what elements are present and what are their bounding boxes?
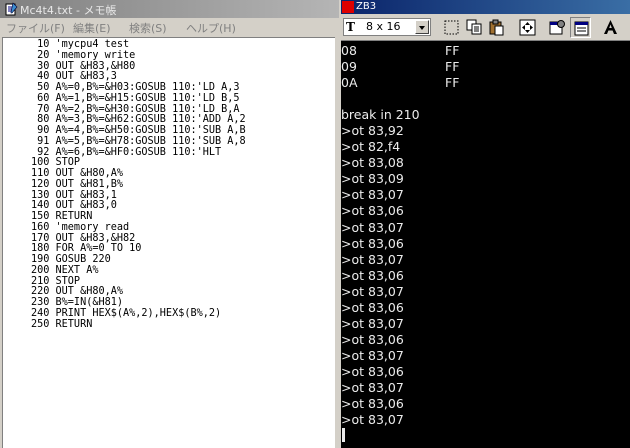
terminal-line: >ot 83,09: [341, 171, 404, 187]
terminal-screen[interactable]: 08 FF 09 FF 0A FF break in 210 >ot 83,92 >ot …: [341, 41, 630, 448]
terminal-line: >ot 83,07: [341, 379, 404, 395]
select-icon: [444, 20, 459, 35]
terminal-line: >ot 83,07: [341, 412, 404, 428]
terminal-line: >ot 83,07: [341, 219, 404, 235]
notepad-title-bar[interactable]: Mc4t4.txt - メモ帳: [0, 0, 339, 18]
code-line: 200 NEXT A%: [31, 264, 99, 276]
dump-address: 08: [341, 43, 357, 58]
font-button[interactable]: [600, 17, 621, 38]
code-line: 240 PRINT HEX$(A%,2),HEX$(B%,2): [31, 307, 222, 319]
text-cursor: [342, 428, 345, 443]
menu-bar: ファイル(F) 編集(E) 検索(S) ヘルプ(H): [0, 18, 339, 36]
truetype-icon: T: [346, 20, 355, 34]
select-button[interactable]: [441, 17, 462, 38]
notepad-window: Mc4t4.txt - メモ帳 ファイル(F) 編集(E) 検索(S) ヘルプ(…: [0, 0, 339, 448]
code-line: 160 'memory read: [31, 221, 130, 233]
menu-file[interactable]: ファイル(F): [6, 20, 65, 36]
terminal-line: >ot 83,07: [341, 251, 404, 267]
terminal-title-bar[interactable]: ZB3: [341, 0, 630, 14]
terminal-line: >ot 83,07: [341, 315, 404, 331]
dump-value: FF: [445, 75, 460, 91]
terminal-line: >ot 83,06: [341, 267, 404, 283]
dump-value: FF: [445, 59, 460, 75]
menu-search[interactable]: 検索(S): [129, 20, 167, 36]
code-line: 120 OUT &H81,B%: [31, 178, 124, 190]
background-icon: [574, 21, 589, 36]
font-size-select[interactable]: T 8 x 16: [343, 18, 431, 36]
copy-icon: [466, 19, 482, 35]
terminal-app-icon: [342, 1, 354, 13]
dump-row: 09 FF: [341, 59, 459, 75]
dump-address: 09: [341, 59, 357, 75]
terminal-title: ZB3: [356, 1, 377, 12]
notepad-icon: [4, 2, 18, 16]
menu-help[interactable]: ヘルプ(H): [186, 20, 236, 36]
dump-address: 0A: [341, 75, 358, 91]
code-line: 91 A%=5,B%=&H78:GOSUB 110:'SUB A,8: [31, 135, 246, 147]
fullscreen-icon: [519, 19, 536, 36]
properties-button[interactable]: [547, 17, 568, 38]
terminal-line: >ot 83,07: [341, 283, 404, 299]
cursor-line: [341, 428, 420, 444]
chevron-down-icon[interactable]: [415, 20, 429, 34]
code-line: 20 'memory write: [31, 49, 136, 61]
text-editor-area[interactable]: 10 'mycpu4 test 20 'memory write 30 OUT …: [2, 37, 335, 448]
terminal-line: >ot 83,06: [341, 331, 404, 347]
font-size-value: 8 x 16: [366, 20, 401, 33]
background-button[interactable]: [570, 17, 591, 38]
font-icon: [604, 20, 617, 34]
terminal-window: ZB3 T 8 x 16 08 FF 09 FF 0A FF break in …: [341, 0, 630, 448]
terminal-line: >ot 83,06: [341, 363, 404, 379]
terminal-line: >ot 83,06: [341, 203, 404, 219]
fullscreen-button[interactable]: [517, 17, 538, 38]
terminal-line: >ot 83,06: [341, 396, 404, 412]
terminal-line: break in 210: [341, 107, 420, 123]
code-lines: 10 'mycpu4 test 20 'memory write 30 OUT …: [31, 39, 246, 330]
paste-button[interactable]: [486, 17, 507, 38]
dump-value: FF: [445, 43, 460, 58]
dump-row: 08 FF: [341, 43, 459, 59]
copy-button[interactable]: [464, 17, 485, 38]
terminal-line: >ot 83,06: [341, 235, 404, 251]
terminal-toolbar: T 8 x 16: [341, 14, 630, 41]
terminal-line: >ot 83,07: [341, 187, 404, 203]
code-line: 250 RETURN: [31, 318, 93, 330]
terminal-line: >ot 83,06: [341, 299, 404, 315]
terminal-line: >ot 83,08: [341, 155, 404, 171]
code-line: 60 A%=1,B%=&H15:GOSUB 110:'LD B,5: [31, 92, 240, 104]
terminal-line: >ot 83,92: [341, 123, 404, 139]
terminal-output: 08 FF 09 FF 0A FF break in 210 >ot 83,92 >ot …: [341, 43, 459, 444]
notepad-title: Mc4t4.txt - メモ帳: [20, 4, 117, 17]
dump-row: 0A FF: [341, 75, 459, 91]
properties-icon: [549, 20, 565, 35]
paste-icon: [489, 19, 504, 36]
terminal-line: >ot 83,07: [341, 347, 404, 363]
terminal-line: >ot 82,f4: [341, 139, 401, 155]
menu-edit[interactable]: 編集(E): [73, 20, 111, 36]
blank-line: [341, 91, 420, 107]
